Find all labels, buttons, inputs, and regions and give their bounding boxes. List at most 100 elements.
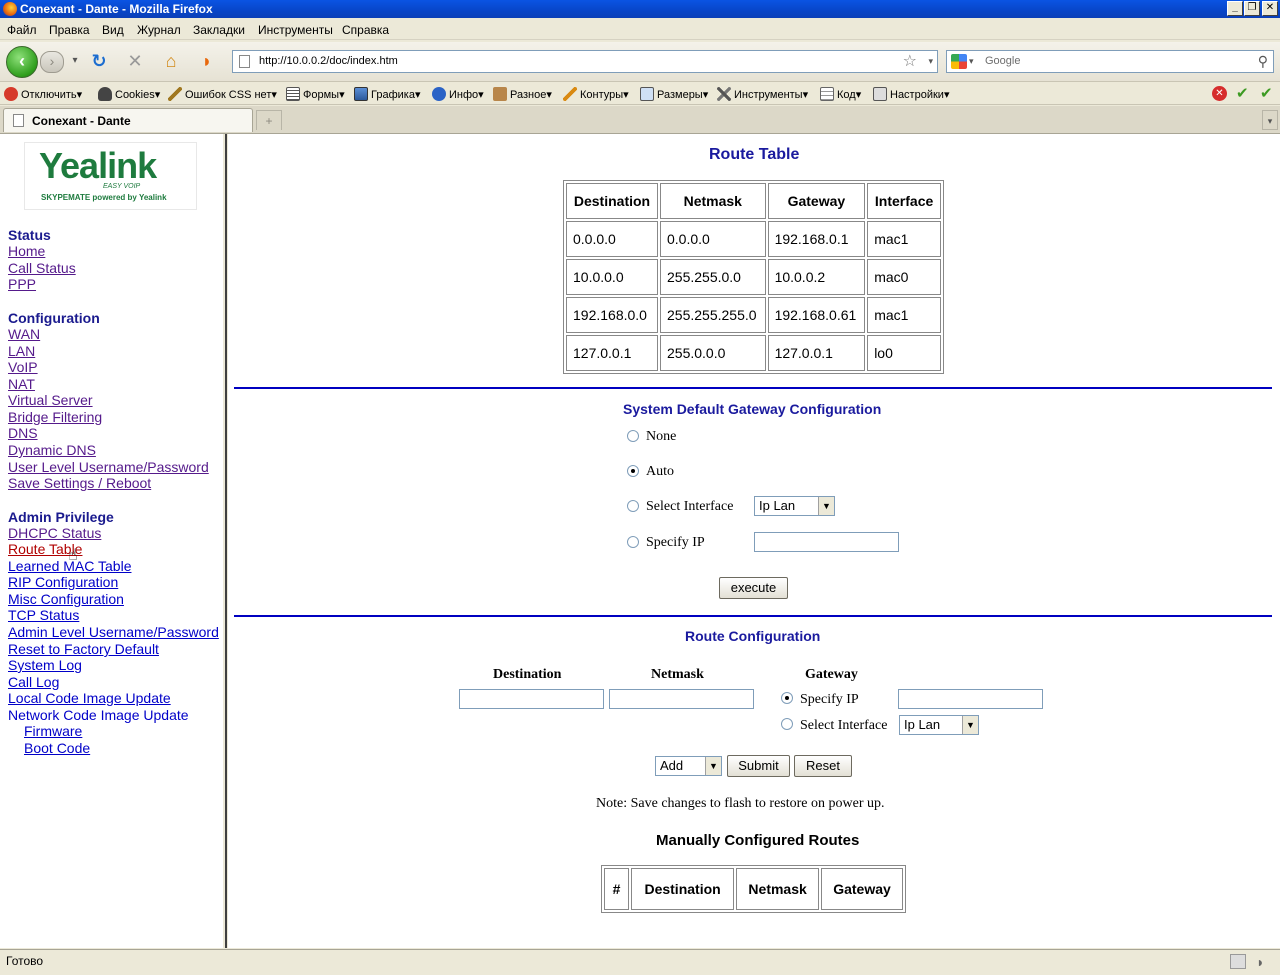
route-select-interface-radio[interactable] [781,718,793,730]
section-divider [234,387,1272,389]
url-bar[interactable]: http://10.0.0.2/doc/index.htm ☆ ▾ [232,50,938,73]
route-interface-select[interactable]: Ip Lan ▼ [899,715,979,735]
html-valid-icon[interactable]: ✔ [1236,84,1249,102]
resize-icon [640,87,654,101]
dev-cookies[interactable]: Cookies▾ [98,87,160,102]
reset-button[interactable]: Reset [794,755,852,777]
route-action-select[interactable]: Add ▼ [655,756,722,776]
sidebar-link-tcp-status[interactable]: TCP Status [8,607,79,623]
sidebar-link-ppp[interactable]: PPP [8,276,36,292]
sidebar-link-save-reboot[interactable]: Save Settings / Reboot [8,475,151,491]
dev-outline[interactable]: Контуры▾ [563,87,629,102]
table-cell: 255.255.0.0 [660,259,766,295]
css-pencil-icon [168,87,182,101]
execute-button[interactable]: execute [719,577,788,599]
css-valid-icon[interactable]: ✔ [1260,84,1273,102]
tab-conexant-dante[interactable]: Conexant - Dante [3,108,253,132]
images-icon [354,87,368,101]
chevron-down-icon: ▼ [705,757,721,775]
dev-disable[interactable]: Отключить▾ [4,87,82,102]
new-tab-button[interactable]: + [256,110,282,130]
dev-misc[interactable]: Разное▾ [493,87,552,102]
gateway-none-radio[interactable] [627,430,639,442]
route-table: Destination Netmask Gateway Interface 0.… [563,180,944,374]
frame-splitter[interactable] [222,134,227,948]
tab-list-dropdown-icon[interactable]: ▾ [1262,110,1278,130]
route-specify-ip-radio[interactable] [781,692,793,704]
search-bar[interactable]: ▾ Google ⚲ [946,50,1274,73]
gateway-column-label: Gateway [805,667,858,682]
route-gateway-ip-input[interactable] [898,689,1043,709]
sidebar-link-factory-reset[interactable]: Reset to Factory Default [8,641,159,657]
home-icon[interactable]: ⌂ [160,50,182,72]
dev-options[interactable]: Настройки▾ [873,87,949,102]
sidebar-link-system-log[interactable]: System Log [8,657,82,673]
sidebar-link-wan[interactable]: WAN [8,326,40,342]
sidebar-link-lan[interactable]: LAN [8,343,35,359]
sidebar-link-bridge-filtering[interactable]: Bridge Filtering [8,409,102,425]
dev-resize[interactable]: Размеры▾ [640,87,708,102]
sidebar-link-local-code-update[interactable]: Local Code Image Update [8,690,171,706]
menu-view[interactable]: Вид [102,23,124,37]
gateway-auto-label: Auto [646,464,674,479]
netmask-input[interactable] [609,689,754,709]
sidebar-link-admin-password[interactable]: Admin Level Username/Password [8,624,219,640]
rss-icon[interactable]: ◗ [196,50,218,72]
title-bar: Conexant - Dante - Mozilla Firefox [0,0,1280,18]
sidebar-link-firmware[interactable]: Firmware [24,723,82,739]
sidebar-link-misc-configuration[interactable]: Misc Configuration [8,591,124,607]
url-dropdown-icon[interactable]: ▾ [928,51,933,72]
sidebar-link-call-log[interactable]: Call Log [8,674,59,690]
history-dropdown-icon[interactable]: ▾ [64,50,86,72]
gateway-auto-radio[interactable] [627,465,639,477]
sidebar-link-boot-code[interactable]: Boot Code [24,740,90,756]
minimize-button[interactable]: _ [1227,1,1243,16]
dev-forms[interactable]: Формы▾ [286,87,345,102]
sidebar-label-network-code-update: Network Code Image Update [8,707,189,723]
sidebar-link-dynamic-dns[interactable]: Dynamic DNS [8,442,96,458]
dev-source[interactable]: Код▾ [820,87,861,102]
maximize-button[interactable]: ❐ [1244,1,1260,16]
sidebar-link-home[interactable]: Home [8,243,45,259]
menu-edit[interactable]: Правка [49,23,90,37]
sidebar-link-user-password[interactable]: User Level Username/Password [8,459,209,475]
addon-icon[interactable] [1230,954,1246,969]
menu-file[interactable]: Файл [7,23,37,37]
sidebar-link-dns[interactable]: DNS [8,425,38,441]
gateway-interface-select[interactable]: Ip Lan ▼ [754,496,835,516]
menu-help[interactable]: Справка [342,23,389,37]
destination-input[interactable] [459,689,604,709]
gateway-specify-ip-radio[interactable] [627,536,639,548]
cookies-icon [98,87,112,101]
table-row: 10.0.0.0 255.255.0.0 10.0.0.2 mac0 [566,259,941,295]
menu-history[interactable]: Журнал [137,23,181,37]
gateway-ip-input[interactable] [754,532,899,552]
sidebar-link-dhcpc-status[interactable]: DHCPC Status [8,525,101,541]
dev-tools[interactable]: Инструменты▾ [717,87,808,102]
search-icon[interactable]: ⚲ [1258,51,1268,72]
star-icon[interactable]: ☆ [903,51,917,72]
sidebar-link-rip-configuration[interactable]: RIP Configuration [8,574,118,590]
sidebar-link-voip[interactable]: VoIP [8,359,38,375]
sidebar-link-call-status[interactable]: Call Status [8,260,76,276]
dev-images[interactable]: Графика▾ [354,87,420,102]
rss-status-icon[interactable]: ◗ [1256,951,1264,973]
stop-icon[interactable]: ✕ [124,50,146,72]
table-header: Gateway [767,183,866,219]
table-header: Interface [867,183,941,219]
forward-button[interactable]: › [40,51,64,73]
menu-bookmarks[interactable]: Закладки [193,23,245,37]
sidebar-link-nat[interactable]: NAT [8,376,35,392]
close-window-button[interactable]: ✕ [1262,1,1278,16]
dev-info[interactable]: Инфо▾ [432,87,484,102]
gateway-none-label: None [646,429,677,444]
back-button[interactable]: ‹ [6,46,38,78]
submit-button[interactable]: Submit [727,755,790,777]
gateway-select-interface-radio[interactable] [627,500,639,512]
reload-icon[interactable]: ↻ [88,50,110,72]
css-error-icon[interactable]: ✕ [1212,86,1227,101]
dev-css[interactable]: Ошибок CSS нет▾ [168,87,277,102]
menu-tools[interactable]: Инструменты [258,23,333,37]
sidebar-link-virtual-server[interactable]: Virtual Server [8,392,93,408]
search-engine-dropdown-icon[interactable]: ▾ [969,51,974,72]
